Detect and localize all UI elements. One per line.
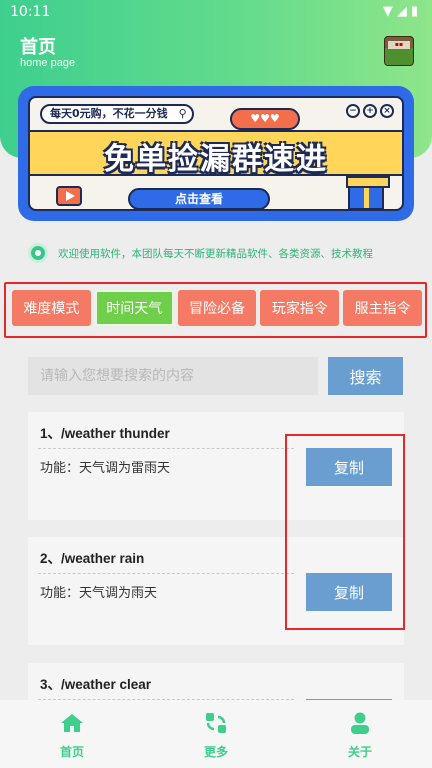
search-input[interactable] xyxy=(28,357,318,395)
banner-title: 免单捡漏群速进 xyxy=(104,142,328,177)
status-bar: 10:11 ▼ ◢ ▮ xyxy=(0,0,432,26)
gift-icon xyxy=(346,176,390,209)
banner-top-pill: 每天0元购，不花一分钱 ⚲ xyxy=(40,104,194,124)
command-title: 2、/weather rain xyxy=(40,551,145,566)
copy-buttons-highlight-outline xyxy=(285,434,405,630)
promo-banner[interactable]: 每天0元购，不花一分钱 ⚲ ♥♥♥ − + × 免单捡漏群速进 点击查看 xyxy=(18,86,414,221)
banner-top-pill-text: 每天0元购，不花一分钱 xyxy=(50,107,168,120)
page-subtitle: home page xyxy=(20,57,76,69)
page-title: 首页 xyxy=(20,37,56,58)
divider xyxy=(38,448,294,449)
nav-label-home: 首页 xyxy=(59,745,84,759)
nav-label-more: 更多 xyxy=(203,745,228,759)
nav-label-about: 关于 xyxy=(347,745,372,759)
avatar-logo: ▪▪ xyxy=(388,41,410,49)
status-icons: ▼ ◢ ▮ xyxy=(383,4,418,19)
tab-player-commands[interactable]: 玩家指令 xyxy=(260,290,340,326)
user-icon xyxy=(351,712,369,734)
avatar[interactable]: ▪▪ xyxy=(384,36,414,66)
tab-owner-commands[interactable]: 服主指令 xyxy=(343,290,422,326)
command-title: 3、/weather clear xyxy=(40,677,152,692)
banner-cta-button[interactable]: 点击查看 xyxy=(128,188,270,209)
tab-difficulty[interactable]: 难度模式 xyxy=(12,290,91,326)
wifi-icon: ▼ xyxy=(382,4,393,19)
tab-adventure[interactable]: 冒险必备 xyxy=(177,290,257,326)
nav-item-more[interactable]: 更多 xyxy=(144,700,288,768)
signal-icon: ◢ xyxy=(396,4,407,19)
window-buttons: − + × xyxy=(346,104,394,118)
home-icon xyxy=(61,714,83,732)
plus-icon: + xyxy=(363,104,377,118)
minus-icon: − xyxy=(346,104,360,118)
notice-icon xyxy=(28,243,48,263)
nav-item-about[interactable]: 关于 xyxy=(288,700,432,768)
search-button[interactable]: 搜索 xyxy=(328,357,403,395)
notice-text: 欢迎使用软件，本团队每天不断更新精品软件、各类资源、技术教程 xyxy=(58,247,373,260)
bottom-nav: 首页 更多 关于 xyxy=(0,700,432,768)
command-desc: 功能：天气调为雷雨天 xyxy=(40,461,171,476)
notice-bar: 欢迎使用软件，本团队每天不断更新精品软件、各类资源、技术教程 xyxy=(28,243,418,263)
tab-time-weather[interactable]: 时间天气 xyxy=(94,290,174,326)
banner-frame: 每天0元购，不花一分钱 ⚲ ♥♥♥ − + × 免单捡漏群速进 点击查看 xyxy=(28,96,404,211)
close-icon: × xyxy=(380,104,394,118)
nav-item-home[interactable]: 首页 xyxy=(0,700,144,768)
command-title: 1、/weather thunder xyxy=(40,426,170,441)
search-icon: ⚲ xyxy=(178,107,187,120)
status-time: 10:11 xyxy=(10,4,51,20)
play-icon xyxy=(56,186,82,206)
divider xyxy=(38,573,294,574)
hearts-bubble: ♥♥♥ xyxy=(230,108,300,130)
battery-icon: ▮ xyxy=(410,4,418,19)
more-icon xyxy=(206,713,226,733)
command-desc: 功能：天气调为雨天 xyxy=(40,586,158,601)
category-tabs: 难度模式 时间天气 冒险必备 玩家指令 服主指令 xyxy=(12,290,422,326)
